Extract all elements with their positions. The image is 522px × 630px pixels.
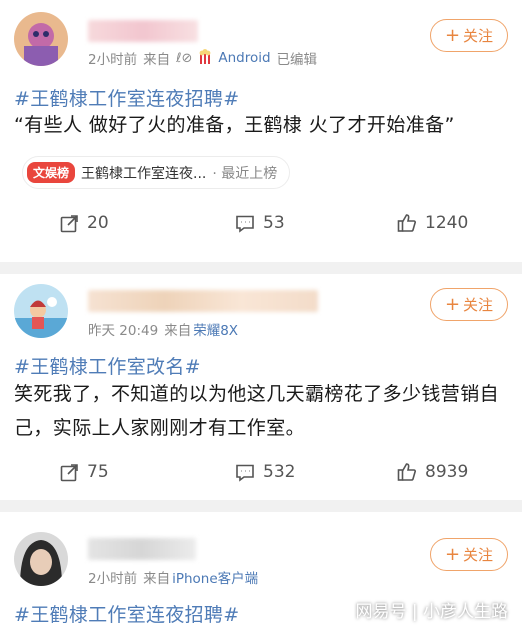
trending-title: 王鹤棣工作室连夜... [81, 165, 207, 182]
post-meta: 昨天 20:49 来自 荣耀8X [88, 319, 238, 339]
action-bar: 20 53 1240 [0, 213, 522, 243]
device-name[interactable]: iPhone客户端 [172, 567, 258, 587]
trending-sub: · 最近上榜 [212, 165, 278, 182]
post-meta: 2小时前 来自 ℓ⊘ Android 已编辑 [88, 48, 317, 68]
comment-count: 53 [263, 213, 285, 233]
post-1[interactable]: 2小时前 来自 ℓ⊘ Android 已编辑 + 关注 #王鹤棣工作室连夜招聘#… [0, 0, 522, 262]
like-button[interactable]: 8939 [397, 462, 468, 482]
username-blurred[interactable] [88, 290, 318, 312]
like-count: 8939 [425, 462, 469, 482]
comment-button[interactable]: 532 [235, 462, 295, 482]
trending-card[interactable]: 文娱榜 王鹤棣工作室连夜... · 最近上榜 [22, 156, 291, 189]
hashtag-link[interactable]: #王鹤棣工作室改名# [14, 352, 201, 379]
like-icon [397, 214, 416, 232]
plus-icon: + [444, 24, 461, 46]
hashtag-link[interactable]: #王鹤棣工作室连夜招聘# [14, 600, 239, 627]
repost-count: 75 [87, 462, 109, 482]
like-icon [397, 463, 416, 481]
plus-icon: + [444, 293, 461, 315]
follow-label: 关注 [463, 546, 494, 564]
post-text: 笑死我了，不知道的以为他这几天霸榜花了多少钱营销自己，实际上人家刚刚才有工作室。 [14, 383, 500, 439]
comment-count: 532 [263, 462, 296, 482]
avatar[interactable] [14, 12, 68, 66]
plus-icon: + [444, 543, 461, 565]
repost-count: 20 [87, 213, 109, 233]
like-count: 1240 [425, 213, 469, 233]
post-2[interactable]: 昨天 20:49 来自 荣耀8X + 关注 #王鹤棣工作室改名# 笑死我了，不知… [0, 274, 522, 500]
ai-icon: ℓ⊘ [176, 50, 193, 66]
avatar[interactable] [14, 532, 68, 586]
post-meta: 2小时前 来自 iPhone客户端 [88, 567, 258, 587]
follow-label: 关注 [463, 296, 494, 314]
repost-button[interactable]: 75 [60, 462, 109, 482]
source-label: 来自 [143, 571, 171, 587]
post-divider [0, 262, 522, 274]
edited-label: 已编辑 [276, 52, 318, 68]
comment-icon [236, 464, 254, 482]
device-name[interactable]: 荣耀8X [193, 319, 238, 339]
weibo-feed: 2小时前 来自 ℓ⊘ Android 已编辑 + 关注 #王鹤棣工作室连夜招聘#… [0, 0, 522, 630]
repost-button[interactable]: 20 [60, 213, 109, 233]
source-label: 来自 [164, 323, 192, 339]
comment-icon [236, 215, 254, 233]
follow-button[interactable]: + 关注 [430, 538, 508, 571]
source-label: 来自 [143, 52, 171, 68]
post-time: 2小时前 [88, 571, 138, 587]
repost-icon [60, 463, 78, 481]
avatar[interactable] [14, 284, 68, 338]
like-button[interactable]: 1240 [397, 213, 468, 233]
action-bar: 75 532 8939 [0, 462, 522, 492]
follow-button[interactable]: + 关注 [430, 288, 508, 321]
post-divider [0, 500, 522, 512]
hashtag-link[interactable]: #王鹤棣工作室连夜招聘# [14, 84, 239, 111]
trending-badge: 文娱榜 [27, 162, 76, 183]
device-name[interactable]: Android [218, 50, 270, 66]
post-time: 2小时前 [88, 52, 138, 68]
follow-label: 关注 [463, 27, 494, 45]
comment-button[interactable]: 53 [235, 213, 285, 233]
follow-button[interactable]: + 关注 [430, 19, 508, 52]
post-time: 昨天 20:49 [88, 323, 159, 339]
popcorn-icon [198, 48, 212, 68]
post-text: “有些人 做好了火的准备，王鹤棣 火了才开始准备” [14, 114, 455, 136]
username-blurred[interactable] [88, 20, 198, 42]
repost-icon [60, 214, 78, 232]
watermark: 网易号 | 小彦人生路 [355, 602, 508, 622]
username-blurred[interactable] [88, 538, 196, 560]
